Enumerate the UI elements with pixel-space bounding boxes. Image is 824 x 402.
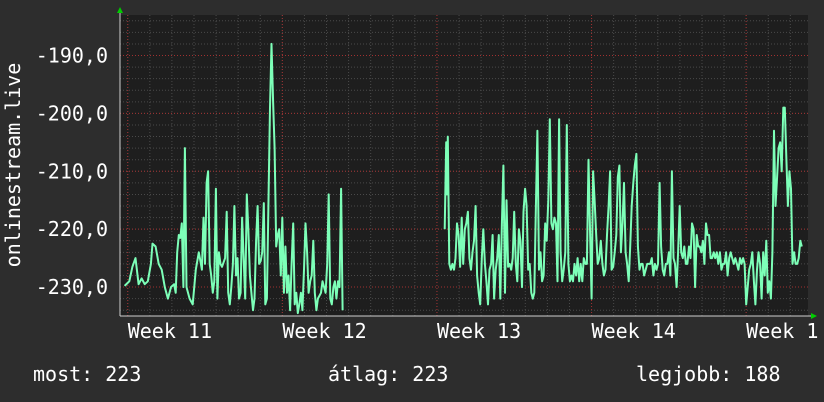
current-stat: most: 223 [33, 362, 142, 386]
chart: -190,0 -200,0 -210,0 -220,0 -230,0 Week 11 Wee… [1, 7, 818, 343]
x-tick-label: Week 1 [746, 319, 818, 343]
x-tick-label: Week 14 [592, 319, 676, 343]
y-tick-label: -200,0 [36, 101, 108, 125]
x-tick-label: Week 13 [437, 319, 521, 343]
y-tick-label: -190,0 [36, 44, 108, 68]
y-tick-label: -230,0 [36, 275, 108, 299]
y-axis-arrow-icon [117, 7, 123, 13]
average-stat: átlag: 223 [328, 362, 449, 386]
y-tick-label: -210,0 [36, 159, 108, 183]
y-axis-label: onlinestream.live [1, 63, 25, 268]
plot-area [120, 15, 808, 316]
x-tick-label: Week 12 [282, 319, 366, 343]
best-stat: legjobb: 188 [636, 362, 781, 386]
y-tick-label: -220,0 [36, 217, 108, 241]
x-tick-label: Week 11 [128, 319, 212, 343]
